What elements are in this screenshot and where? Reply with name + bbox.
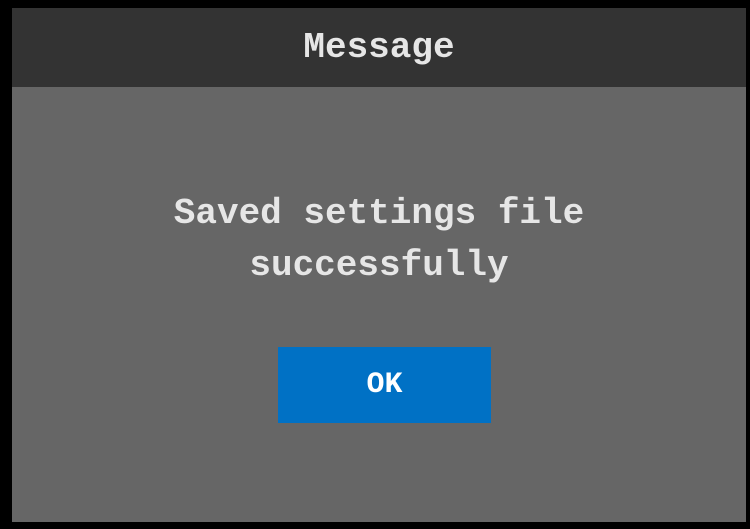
- dialog-message: Saved settings file successfully: [12, 188, 746, 292]
- dialog-titlebar: Message: [12, 8, 746, 87]
- dialog-message-line: Saved settings file: [173, 193, 585, 234]
- dialog-title: Message: [303, 27, 455, 68]
- ok-button[interactable]: OK: [278, 347, 491, 423]
- message-dialog: Message Saved settings file successfully…: [12, 8, 746, 522]
- dialog-message-line: successfully: [249, 245, 509, 286]
